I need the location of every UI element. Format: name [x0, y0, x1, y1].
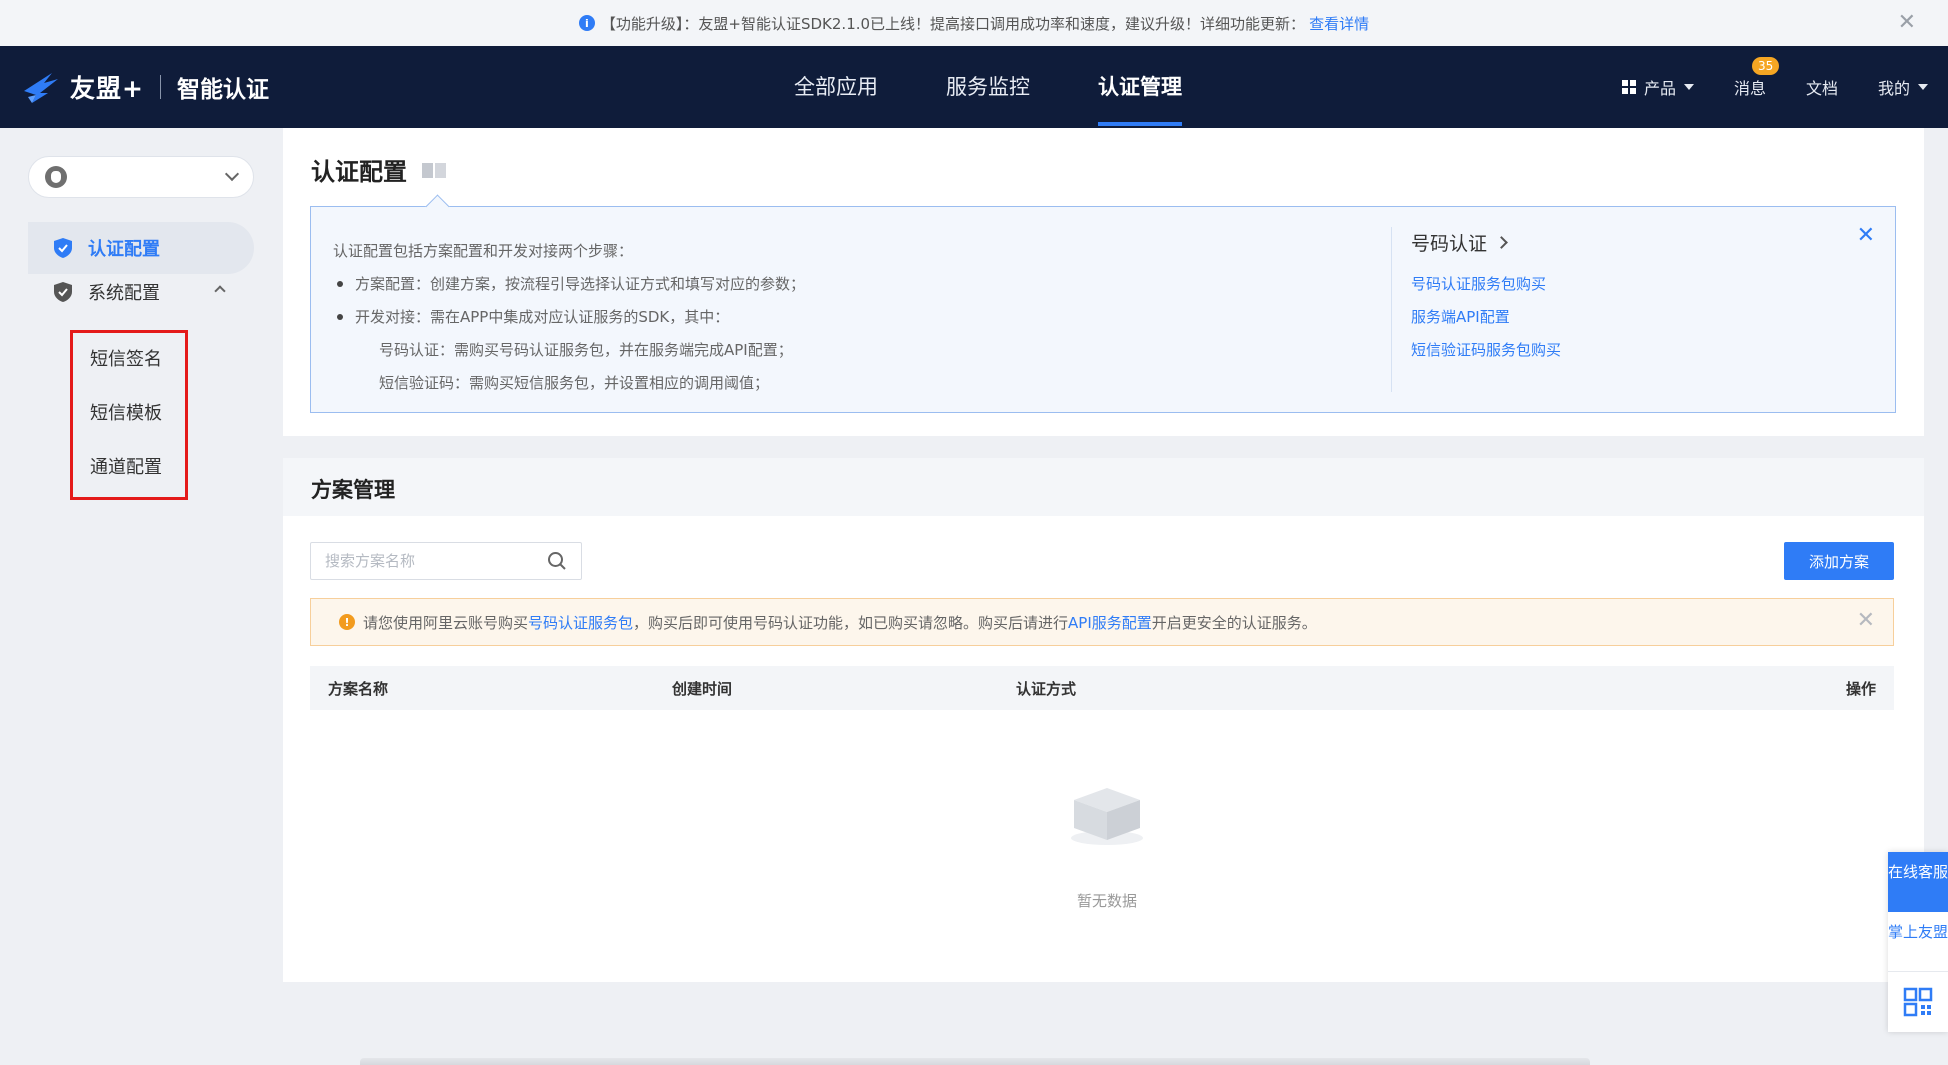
- account-label: 我的: [1877, 79, 1910, 98]
- shield-check-icon: [54, 282, 72, 302]
- caret-down-icon: [1918, 84, 1928, 90]
- add-plan-button[interactable]: 添加方案: [1784, 542, 1894, 580]
- guide-step-sms: 短信验证码：需购买短信服务包，并设置相应的调用阈值；: [379, 374, 770, 392]
- online-service-button[interactable]: 在线客服: [1888, 852, 1948, 912]
- empty-text: 暂无数据: [1076, 892, 1137, 910]
- plan-search-input[interactable]: [325, 552, 547, 570]
- guide-step-plan: 方案配置：创建方案，按流程引导选择认证方式和填写对应的参数；: [333, 268, 805, 301]
- sidebar-item-system-config[interactable]: 系统配置: [28, 266, 254, 318]
- main-nav: 全部应用 服务监控 认证管理: [760, 46, 1216, 128]
- purchase-warning: ! 请您使用阿里云账号购买 号码认证服务包 ，购买后即可使用号码认证功能，如已购…: [310, 598, 1894, 646]
- guide-box: 认证配置包括方案配置和开发对接两个步骤： 方案配置：创建方案，按流程引导选择认证…: [310, 206, 1896, 413]
- nav-all-apps[interactable]: 全部应用: [794, 46, 878, 128]
- header-actions: 产品 消息 35 文档 我的: [1582, 46, 1928, 128]
- bullet-icon: [337, 314, 343, 320]
- guide-close-icon[interactable]: ✕: [1857, 223, 1875, 248]
- docs-link[interactable]: 文档: [1806, 75, 1838, 99]
- search-icon[interactable]: [547, 551, 567, 571]
- column-plan-name: 方案名称: [328, 680, 389, 698]
- api-config-link[interactable]: API服务配置: [1068, 612, 1152, 633]
- warning-icon: !: [339, 614, 355, 630]
- chevron-down-icon: [224, 166, 240, 182]
- docs-label: 文档: [1805, 79, 1838, 98]
- section-title: 方案管理: [311, 478, 395, 502]
- section-header: 方案管理: [283, 458, 1924, 516]
- info-icon: i: [578, 15, 595, 31]
- page-title-text: 认证配置: [311, 158, 407, 186]
- chevron-right-icon: [1495, 236, 1508, 249]
- guide-steps: 认证配置包括方案配置和开发对接两个步骤： 方案配置：创建方案，按流程引导选择认证…: [333, 235, 805, 400]
- quick-link-sms-package[interactable]: 短信验证码服务包购买: [1411, 334, 1561, 367]
- bottom-shadow: [360, 1058, 1590, 1065]
- brand-name: 友盟+: [70, 74, 144, 103]
- announcement-close-icon[interactable]: ✕: [1898, 10, 1916, 35]
- announcement-text: 【功能升级】：友盟+智能认证SDK2.1.0已上线！提高接口调用成功率和速度，建…: [600, 14, 1306, 33]
- messages-badge: 35: [1751, 57, 1780, 75]
- announcement-bar: i 【功能升级】：友盟+智能认证SDK2.1.0已上线！提高接口调用成功率和速度…: [0, 0, 1948, 46]
- quick-links: 号码认证 号码认证服务包购买 服务端API配置 短信验证码服务包购买: [1411, 229, 1561, 367]
- products-menu[interactable]: 产品: [1621, 75, 1694, 99]
- logo[interactable]: 友盟+ 智能认证: [22, 66, 269, 108]
- guide-step-number-auth: 号码认证：需购买号码认证服务包，并在服务端完成API配置；: [379, 341, 793, 359]
- nav-service-monitor[interactable]: 服务监控: [946, 46, 1030, 128]
- warning-close-icon[interactable]: ✕: [1857, 608, 1875, 633]
- umeng-bird-icon: [24, 73, 58, 103]
- qr-code-button[interactable]: [1888, 972, 1948, 1032]
- column-actions: 操作: [1845, 680, 1876, 698]
- number-package-link[interactable]: 号码认证服务包: [528, 612, 633, 633]
- app-selector[interactable]: [28, 156, 254, 198]
- messages-label: 消息: [1733, 79, 1766, 98]
- quick-link-number-package[interactable]: 号码认证服务包购买: [1411, 268, 1561, 301]
- column-created-time: 创建时间: [672, 680, 733, 698]
- sidebar: 认证配置 系统配置 短信签名 短信模板 通道配置: [0, 128, 270, 1065]
- products-label: 产品: [1643, 79, 1676, 98]
- apple-icon: [45, 166, 67, 188]
- divider: [1391, 227, 1392, 392]
- announcement-details-link[interactable]: 查看详情: [1309, 13, 1369, 34]
- shield-check-icon: [54, 238, 72, 258]
- plan-search-box: [310, 542, 582, 580]
- sidebar-item-label: 系统配置: [88, 283, 160, 304]
- logo-divider: [159, 75, 161, 99]
- page-title: 认证配置: [311, 152, 447, 187]
- book-icon[interactable]: [421, 161, 447, 179]
- empty-state: 暂无数据: [1057, 778, 1157, 911]
- nav-auth-management[interactable]: 认证管理: [1098, 46, 1182, 128]
- messages-link[interactable]: 消息 35: [1733, 57, 1780, 99]
- qr-code-icon: [1903, 987, 1933, 1017]
- chevron-up-icon: [214, 285, 226, 297]
- empty-box-icon: [1071, 788, 1143, 845]
- bullet-icon: [337, 281, 343, 287]
- grid-icon: [1621, 80, 1636, 94]
- quick-links-title[interactable]: 号码认证: [1411, 229, 1561, 256]
- table-header: 方案名称 创建时间 认证方式 操作: [310, 666, 1894, 710]
- sidebar-item-label: 认证配置: [88, 239, 160, 260]
- plan-management-panel: 方案管理 添加方案 ! 请您使用阿里云账号购买 号码认证服务包 ，购买后即可使用…: [283, 458, 1924, 982]
- guide-step-dev: 开发对接：需在APP中集成对应认证服务的SDK，其中：: [333, 301, 805, 334]
- column-auth-method: 认证方式: [1016, 680, 1077, 698]
- caret-down-icon: [1683, 84, 1694, 90]
- floating-service-bar: 在线客服 掌上友盟: [1888, 852, 1948, 1032]
- auth-config-panel: 认证配置 认证配置包括方案配置和开发对接两个步骤： 方案配置：创建方案，按流程引…: [283, 128, 1924, 436]
- guide-intro: 认证配置包括方案配置和开发对接两个步骤：: [333, 242, 634, 260]
- product-name: 智能认证: [176, 77, 269, 103]
- quick-link-server-api[interactable]: 服务端API配置: [1411, 301, 1561, 334]
- mobile-umeng-button[interactable]: 掌上友盟: [1888, 912, 1948, 972]
- account-menu[interactable]: 我的: [1878, 75, 1928, 99]
- top-navigation: 友盟+ 智能认证 全部应用 服务监控 认证管理 产品 消息 35 文档 我的: [0, 46, 1948, 128]
- highlight-box: [70, 330, 188, 500]
